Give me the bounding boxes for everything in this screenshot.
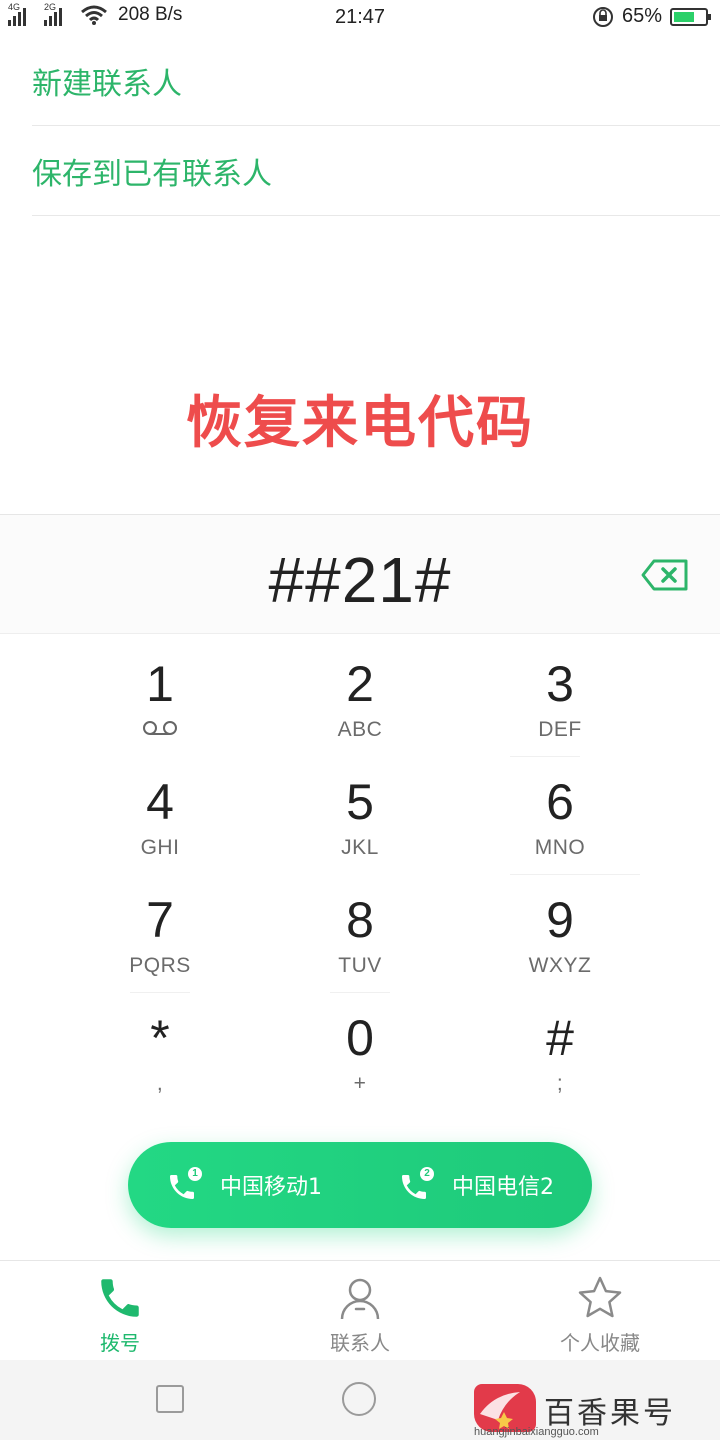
key-4[interactable]: 4 GHI <box>60 756 260 874</box>
key-2[interactable]: 2 ABC <box>260 638 460 756</box>
bottom-tab-bar: 拨号 联系人 个人收藏 <box>0 1260 720 1360</box>
watermark-logo <box>474 1384 536 1432</box>
key-1[interactable]: 1 <box>60 638 260 756</box>
key-letters: TUV <box>338 954 382 977</box>
key-5[interactable]: 5 JKL <box>260 756 460 874</box>
key-letters: WXYZ <box>528 954 592 977</box>
new-contact-label: 新建联系人 <box>32 66 182 102</box>
key-6[interactable]: 6 MNO <box>460 756 660 874</box>
key-divider <box>510 756 580 757</box>
watermark-url: huangjinbaixiangguo.com <box>474 1426 599 1438</box>
save-to-existing-item[interactable]: 保存到已有联系人 <box>32 126 720 216</box>
key-digit: 8 <box>346 892 374 948</box>
save-to-existing-label: 保存到已有联系人 <box>32 156 272 192</box>
key-letters: ; <box>556 1072 564 1095</box>
key-digit: 1 <box>146 656 174 712</box>
backspace-icon[interactable] <box>640 557 690 593</box>
key-letters: MNO <box>534 836 586 859</box>
key-digit: 3 <box>546 656 574 712</box>
phone-icon: 2 <box>398 1167 434 1203</box>
key-3[interactable]: 3 DEF <box>460 638 660 756</box>
key-digit: 4 <box>146 774 174 830</box>
call-button-group: 1 中国移动1 2 中国电信2 <box>128 1142 592 1228</box>
voicemail-icon <box>143 721 177 735</box>
key-digit: 2 <box>346 656 374 712</box>
key-digit: 0 <box>346 1010 374 1066</box>
watermark: 百香果号 huangjinbaixiangguo.com <box>472 1384 720 1440</box>
star-icon <box>578 1276 622 1318</box>
tab-contacts[interactable]: 联系人 <box>240 1261 480 1360</box>
key-digit: * <box>150 1010 170 1066</box>
key-star[interactable]: * , <box>60 992 260 1110</box>
sim1-label: 中国移动1 <box>220 1175 322 1200</box>
key-digit: # <box>546 1010 574 1066</box>
key-divider <box>510 874 640 875</box>
key-8[interactable]: 8 TUV <box>260 874 460 992</box>
key-digit: 6 <box>546 774 574 830</box>
key-letters: ABC <box>337 718 383 741</box>
tab-dial[interactable]: 拨号 <box>0 1261 240 1360</box>
tab-favorites[interactable]: 个人收藏 <box>480 1261 720 1360</box>
dial-input-area: ##21# <box>0 514 720 634</box>
sim2-badge: 2 <box>420 1167 434 1181</box>
status-bar: 4G 2G 208 B/s 21:47 65% <box>0 0 720 36</box>
sim1-badge: 1 <box>188 1167 202 1181</box>
key-letters: GHI <box>140 836 180 859</box>
battery-icon <box>670 7 711 26</box>
key-letters: , <box>156 1072 164 1095</box>
key-letters: + <box>353 1072 367 1095</box>
key-9[interactable]: 9 WXYZ <box>460 874 660 992</box>
key-hash[interactable]: # ; <box>460 992 660 1110</box>
phone-icon: 1 <box>166 1167 202 1203</box>
key-7[interactable]: 7 PQRS <box>60 874 260 992</box>
phone-icon <box>101 1279 139 1317</box>
dialed-number[interactable]: ##21# <box>0 543 720 617</box>
tab-favorites-label: 个人收藏 <box>560 1331 640 1355</box>
key-letters: JKL <box>341 836 379 859</box>
key-digit: 9 <box>546 892 574 948</box>
key-digit: 5 <box>346 774 374 830</box>
call-sim2-button[interactable]: 2 中国电信2 <box>360 1142 592 1228</box>
key-letters: DEF <box>538 718 582 741</box>
tab-dial-label: 拨号 <box>100 1331 140 1355</box>
rotation-lock-icon <box>592 6 613 27</box>
key-0[interactable]: 0 + <box>260 992 460 1110</box>
overlay-title: 恢复来电代码 <box>186 391 534 456</box>
status-right: 65% <box>592 5 711 28</box>
sim2-label: 中国电信2 <box>452 1175 554 1200</box>
key-divider <box>130 992 190 993</box>
tab-contacts-label: 联系人 <box>330 1331 390 1355</box>
battery-fill <box>674 11 694 22</box>
key-divider <box>330 992 390 993</box>
call-sim1-button[interactable]: 1 中国移动1 <box>128 1142 360 1228</box>
key-letters: PQRS <box>129 954 191 977</box>
home-button[interactable] <box>342 1382 376 1416</box>
new-contact-item[interactable]: 新建联系人 <box>32 36 720 126</box>
battery-percent: 65% <box>621 5 662 27</box>
recents-button[interactable] <box>156 1385 184 1413</box>
person-icon <box>340 1278 380 1320</box>
key-digit: 7 <box>146 892 174 948</box>
